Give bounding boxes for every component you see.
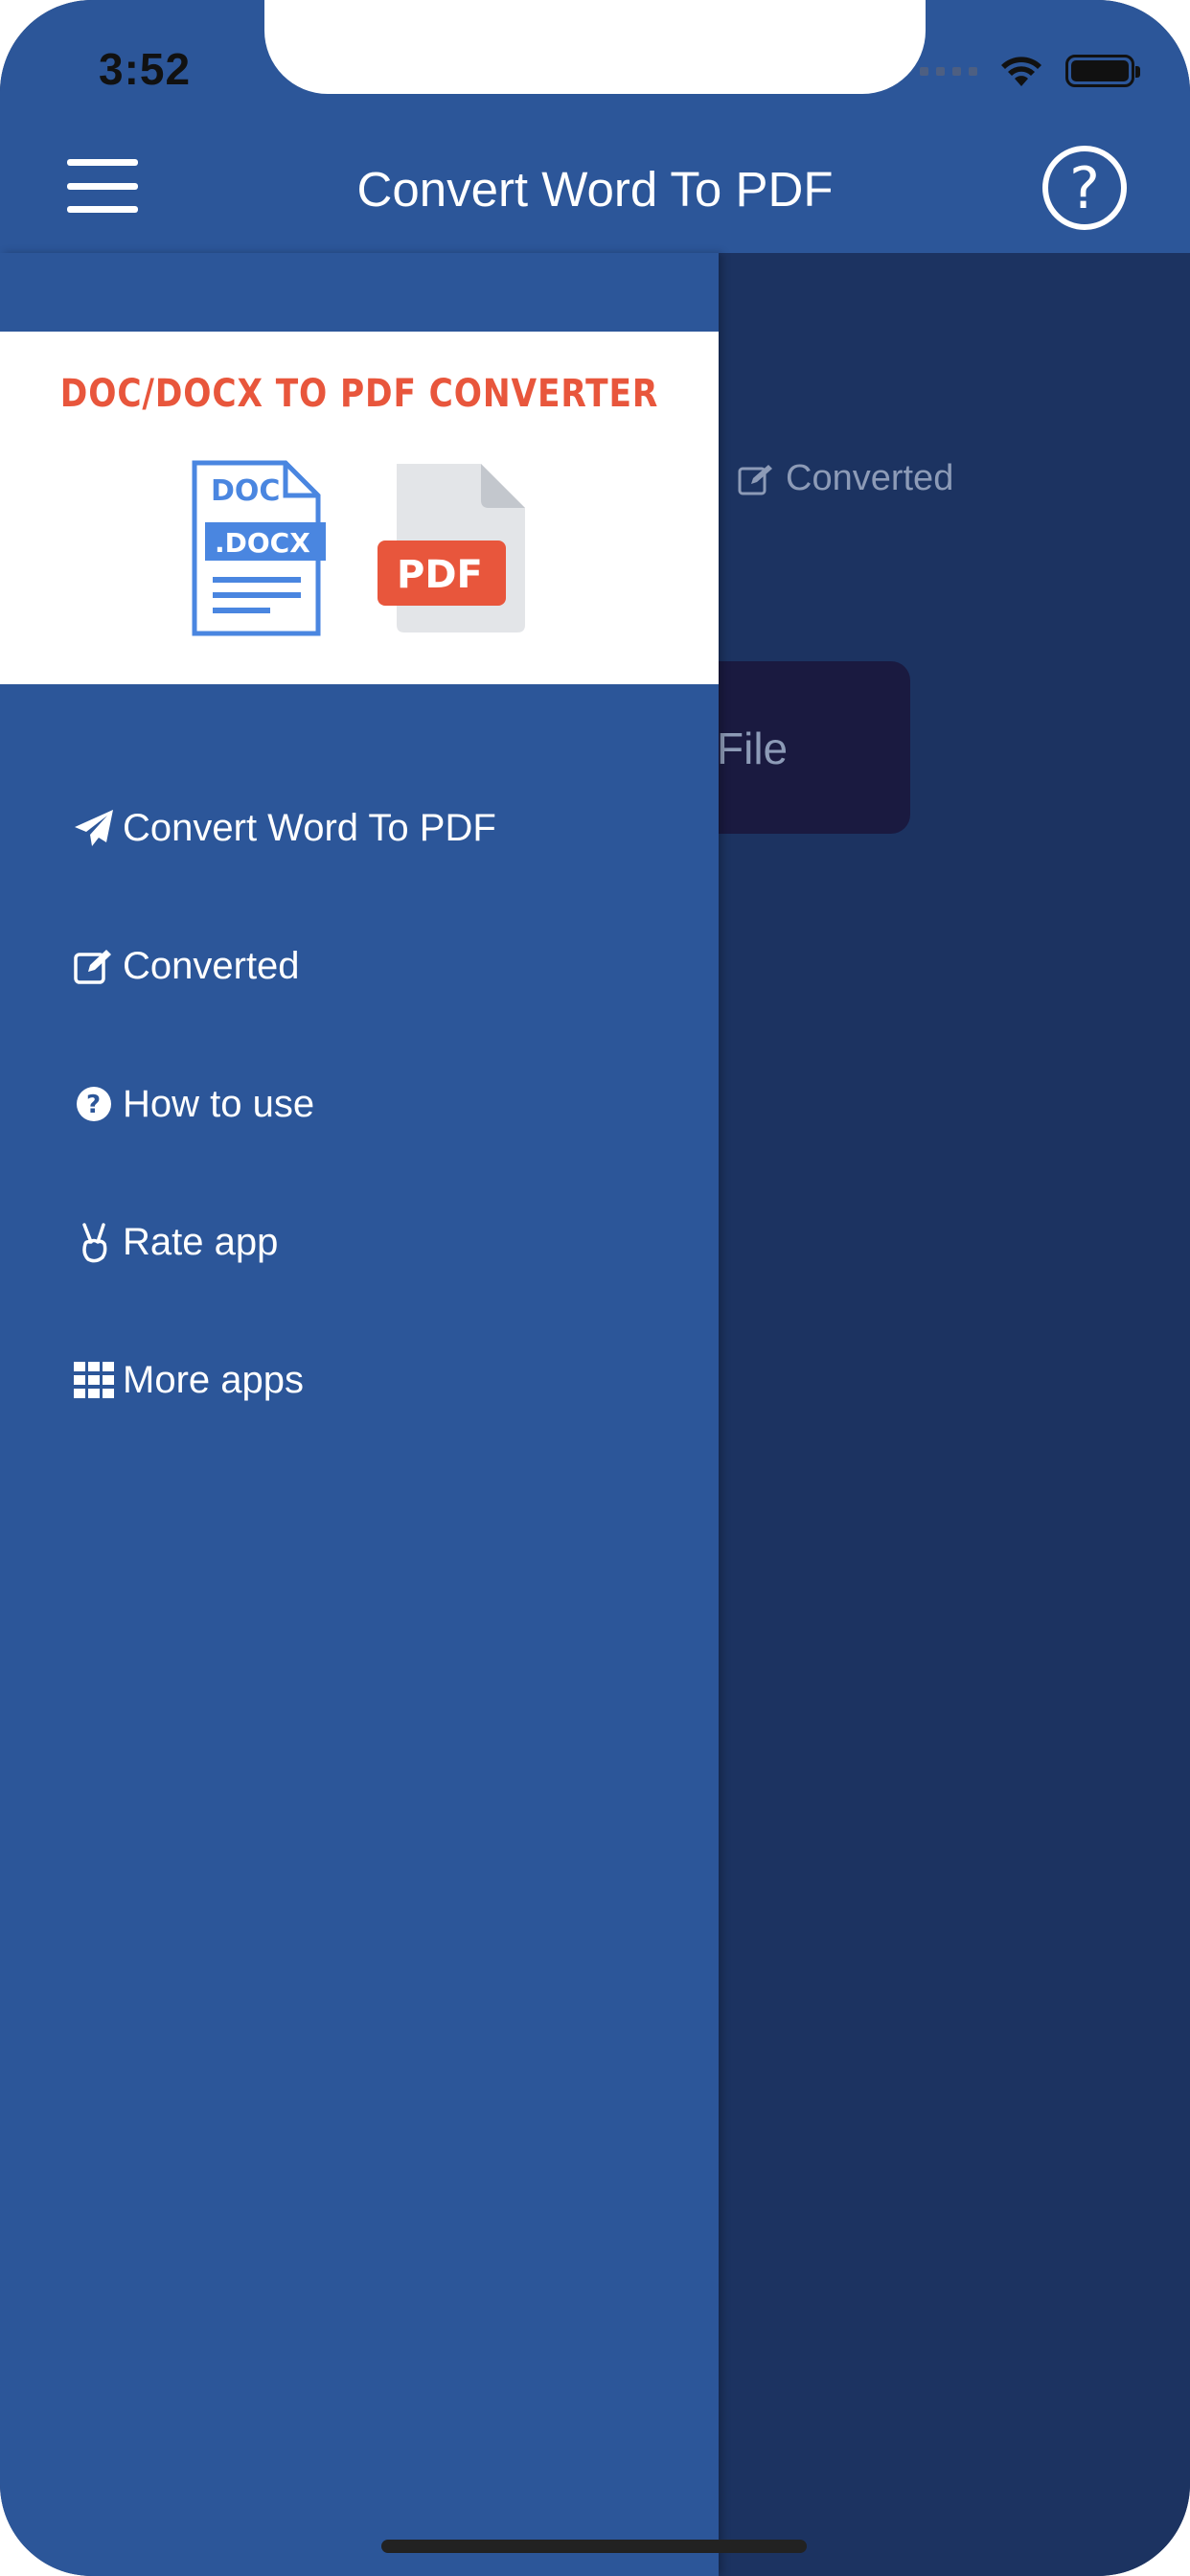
menu-item-label: Converted <box>123 944 300 987</box>
svg-text:?: ? <box>86 1091 101 1119</box>
menu-item-label: More apps <box>123 1358 304 1401</box>
svg-text:.DOCX: .DOCX <box>215 527 310 559</box>
menu-item-label: Rate app <box>123 1220 279 1263</box>
pdf-file-icon: PDF <box>378 464 525 632</box>
top-bar: 3:52 Convert Word To PDF ? <box>0 0 1190 253</box>
menu-item-more-apps[interactable]: More apps <box>73 1351 304 1409</box>
paper-plane-icon <box>73 807 115 849</box>
tab-converted[interactable]: Converted <box>738 458 953 499</box>
edit-icon <box>738 464 772 494</box>
victory-hand-icon <box>73 1221 115 1263</box>
app-screen: 3:52 Convert Word To PDF ? Converted Fil… <box>0 0 1190 2576</box>
tab-converted-label: Converted <box>786 458 954 498</box>
battery-icon <box>1065 55 1140 87</box>
menu-item-convert[interactable]: Convert Word To PDF <box>73 799 496 857</box>
drawer-banner: DOC/DOCX TO PDF CONVERTER DOC .DOCX PDF <box>0 332 719 684</box>
question-circle-icon: ? <box>73 1083 115 1125</box>
page-title: Convert Word To PDF <box>356 162 834 217</box>
main-content-overlay[interactable] <box>719 253 1190 2576</box>
menu-item-converted[interactable]: Converted <box>73 937 300 995</box>
grid-icon <box>73 1359 115 1401</box>
status-icons <box>920 50 1140 92</box>
home-indicator <box>381 2540 807 2553</box>
svg-text:DOC: DOC <box>211 474 280 508</box>
menu-item-rate-app[interactable]: Rate app <box>73 1213 278 1271</box>
menu-item-label: How to use <box>123 1082 315 1125</box>
svg-text:PDF: PDF <box>397 553 483 597</box>
help-button[interactable]: ? <box>1042 146 1127 230</box>
device-notch <box>264 0 926 94</box>
select-file-label: File <box>717 724 789 773</box>
menu-item-label: Convert Word To PDF <box>123 806 496 849</box>
status-time: 3:52 <box>99 44 192 94</box>
side-drawer: DOC/DOCX TO PDF CONVERTER DOC .DOCX PDF <box>0 253 719 2576</box>
banner-title: DOC/DOCX TO PDF CONVERTER <box>59 372 659 416</box>
menu-item-how-to-use[interactable]: ? How to use <box>73 1075 314 1133</box>
docx-file-icon: DOC .DOCX <box>192 460 326 636</box>
edit-icon <box>73 945 115 987</box>
wifi-icon <box>1001 57 1041 86</box>
cellular-signal-icon <box>920 66 977 76</box>
